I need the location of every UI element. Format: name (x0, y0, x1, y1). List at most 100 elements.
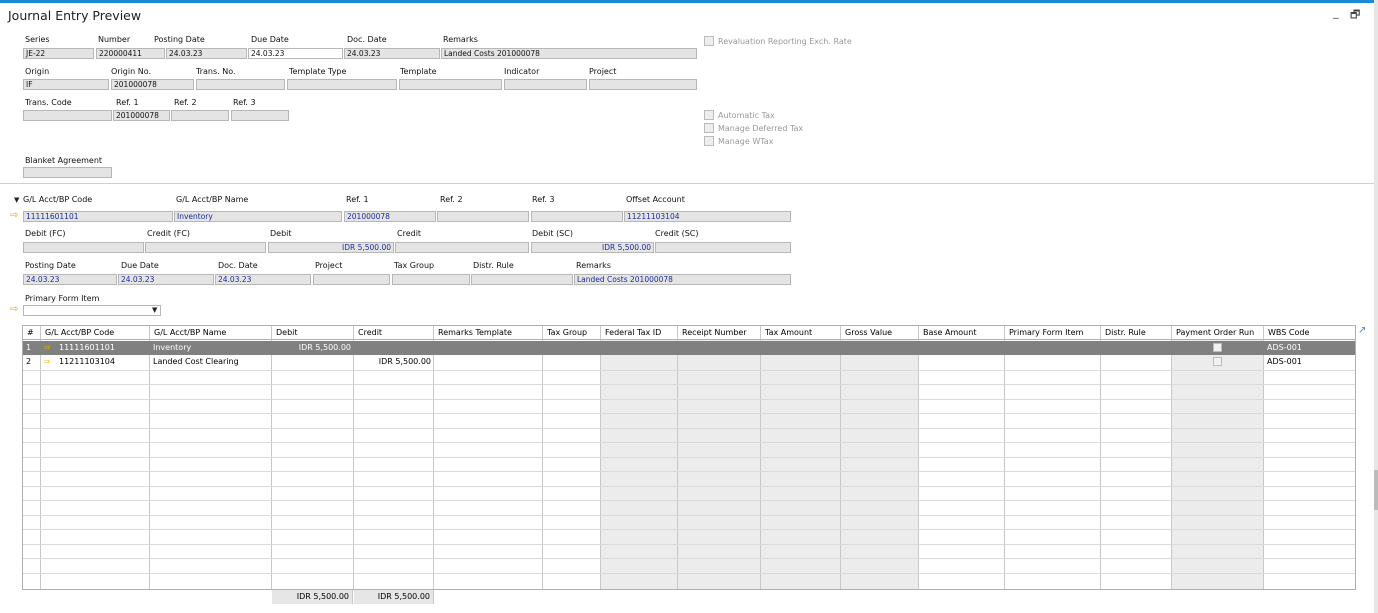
detail-remarks-field[interactable]: Landed Costs 201000078 (574, 274, 791, 285)
detail-doc-date-field[interactable]: 24.03.23 (215, 274, 311, 285)
manage-wtax-checkbox[interactable] (704, 136, 714, 146)
posting-date-field[interactable]: 24.03.23 (166, 48, 247, 59)
row-debit[interactable]: IDR 5,500.00 (272, 341, 354, 355)
detail-distr-rule-field[interactable] (471, 274, 573, 285)
row-credit[interactable]: IDR 5,500.00 (354, 355, 434, 369)
header-remarks-template[interactable]: Remarks Template (434, 326, 543, 340)
trans-no-field[interactable] (196, 79, 285, 90)
header-tax-group[interactable]: Tax Group (543, 326, 601, 340)
ref2-field[interactable] (171, 110, 229, 121)
debit-fc-label: Debit (FC) (25, 229, 66, 238)
row-divider (23, 471, 1355, 472)
blanket-agreement-field[interactable] (23, 167, 112, 178)
ref1-label: Ref. 1 (116, 98, 139, 107)
row-code[interactable]: 11111601101 (56, 341, 150, 355)
remarks-field[interactable]: Landed Costs 201000078 (441, 48, 697, 59)
col-tax-group (543, 326, 601, 589)
origin-field[interactable]: IF (23, 79, 109, 90)
header-payment-order-run[interactable]: Payment Order Run (1172, 326, 1264, 340)
due-date-field[interactable]: 24.03.23 (248, 48, 343, 59)
detail-gl-code-label: G/L Acct/BP Code (23, 195, 93, 204)
restore-icon[interactable]: 🗗 (1350, 6, 1360, 25)
minimize-icon[interactable]: _ (1333, 6, 1339, 19)
header-debit[interactable]: Debit (272, 326, 354, 340)
row-debit[interactable] (272, 355, 354, 369)
debit-fc-field[interactable] (23, 242, 144, 253)
detail-ref3-field[interactable] (531, 211, 623, 222)
manage-deferred-tax-checkbox[interactable] (704, 123, 714, 133)
row-name[interactable]: Inventory (150, 341, 272, 355)
header-code[interactable]: G/L Acct/BP Code (41, 326, 150, 340)
header-num[interactable]: # (23, 326, 41, 340)
ref1-field[interactable]: 201000078 (113, 110, 170, 121)
indicator-field[interactable] (504, 79, 587, 90)
header-federal-tax-id[interactable]: Federal Tax ID (601, 326, 678, 340)
primary-form-item-link-icon[interactable]: ⇨ (10, 305, 18, 315)
detail-gl-name-field[interactable]: Inventory (174, 211, 342, 222)
trans-code-field[interactable] (23, 110, 112, 121)
credit-field[interactable] (395, 242, 529, 253)
template-field[interactable] (399, 79, 502, 90)
row-code[interactable]: 11211103104 (56, 355, 150, 369)
project-field[interactable] (589, 79, 697, 90)
indicator-label: Indicator (504, 67, 540, 76)
header-base-amount[interactable]: Base Amount (919, 326, 1005, 340)
header-wbs-code[interactable]: WBS Code (1264, 326, 1355, 340)
row-divider (23, 515, 1355, 516)
vertical-scrollbar[interactable] (1374, 0, 1378, 613)
header-gross-value[interactable]: Gross Value (841, 326, 919, 340)
detail-due-date-field[interactable]: 24.03.23 (118, 274, 214, 285)
ref3-label: Ref. 3 (233, 98, 256, 107)
origin-label: Origin (25, 67, 50, 76)
total-credit: IDR 5,500.00 (354, 590, 434, 604)
collapse-icon[interactable]: ▼ (14, 196, 19, 204)
template-type-field[interactable] (287, 79, 397, 90)
primary-form-item-select[interactable] (23, 305, 161, 316)
row-name[interactable]: Landed Cost Clearing (150, 355, 272, 369)
window-title: Journal Entry Preview (8, 8, 142, 23)
row-num: 1 (26, 343, 32, 352)
automatic-tax-checkbox[interactable] (704, 110, 714, 120)
credit-fc-field[interactable] (145, 242, 266, 253)
row-divider (23, 558, 1355, 559)
series-field[interactable]: JE-22 (23, 48, 94, 59)
dropdown-icon[interactable]: ▼ (152, 306, 157, 314)
detail-tax-group-label: Tax Group (394, 261, 435, 270)
header-name[interactable]: G/L Acct/BP Name (150, 326, 272, 340)
row-wbs[interactable]: ADS-001 (1264, 341, 1355, 355)
detail-tax-group-field[interactable] (392, 274, 470, 285)
header-primary-form-item[interactable]: Primary Form Item (1005, 326, 1101, 340)
doc-date-field[interactable]: 24.03.23 (344, 48, 440, 59)
detail-gl-code-field[interactable]: 11111601101 (23, 211, 173, 222)
detail-ref2-field[interactable] (437, 211, 529, 222)
col-federal-tax-id (601, 326, 678, 589)
row-link-arrow-icon[interactable]: ⇨ (41, 341, 55, 355)
credit-sc-field[interactable] (655, 242, 791, 253)
origin-no-field[interactable]: 201000078 (111, 79, 194, 90)
revaluation-checkbox[interactable] (704, 36, 714, 46)
header-tax-amount[interactable]: Tax Amount (761, 326, 841, 340)
ref3-field[interactable] (231, 110, 289, 121)
expand-icon[interactable]: ↗ (1358, 325, 1366, 336)
scrollbar-thumb[interactable] (1374, 470, 1378, 510)
row-link-arrow-icon[interactable]: ⇨ (41, 355, 55, 369)
payment-order-run-checkbox[interactable] (1213, 343, 1222, 352)
debit-label: Debit (270, 229, 292, 238)
debit-field[interactable]: IDR 5,500.00 (268, 242, 394, 253)
number-field[interactable]: 220000411 (96, 48, 165, 59)
detail-ref1-field[interactable]: 201000078 (344, 211, 436, 222)
due-date-label: Due Date (251, 35, 289, 44)
detail-posting-date-field[interactable]: 24.03.23 (23, 274, 117, 285)
row-credit[interactable] (354, 341, 434, 355)
detail-doc-date-label: Doc. Date (218, 261, 258, 270)
row-wbs[interactable]: ADS-001 (1264, 355, 1355, 369)
link-arrow-icon[interactable]: ⇨ (10, 211, 18, 221)
row-divider (23, 428, 1355, 429)
header-distr-rule[interactable]: Distr. Rule (1101, 326, 1172, 340)
debit-sc-field[interactable]: IDR 5,500.00 (531, 242, 654, 253)
payment-order-run-checkbox[interactable] (1213, 357, 1222, 366)
header-receipt-number[interactable]: Receipt Number (678, 326, 761, 340)
detail-offset-account-field[interactable]: 11211103104 (624, 211, 791, 222)
detail-project-field[interactable] (313, 274, 390, 285)
header-credit[interactable]: Credit (354, 326, 434, 340)
